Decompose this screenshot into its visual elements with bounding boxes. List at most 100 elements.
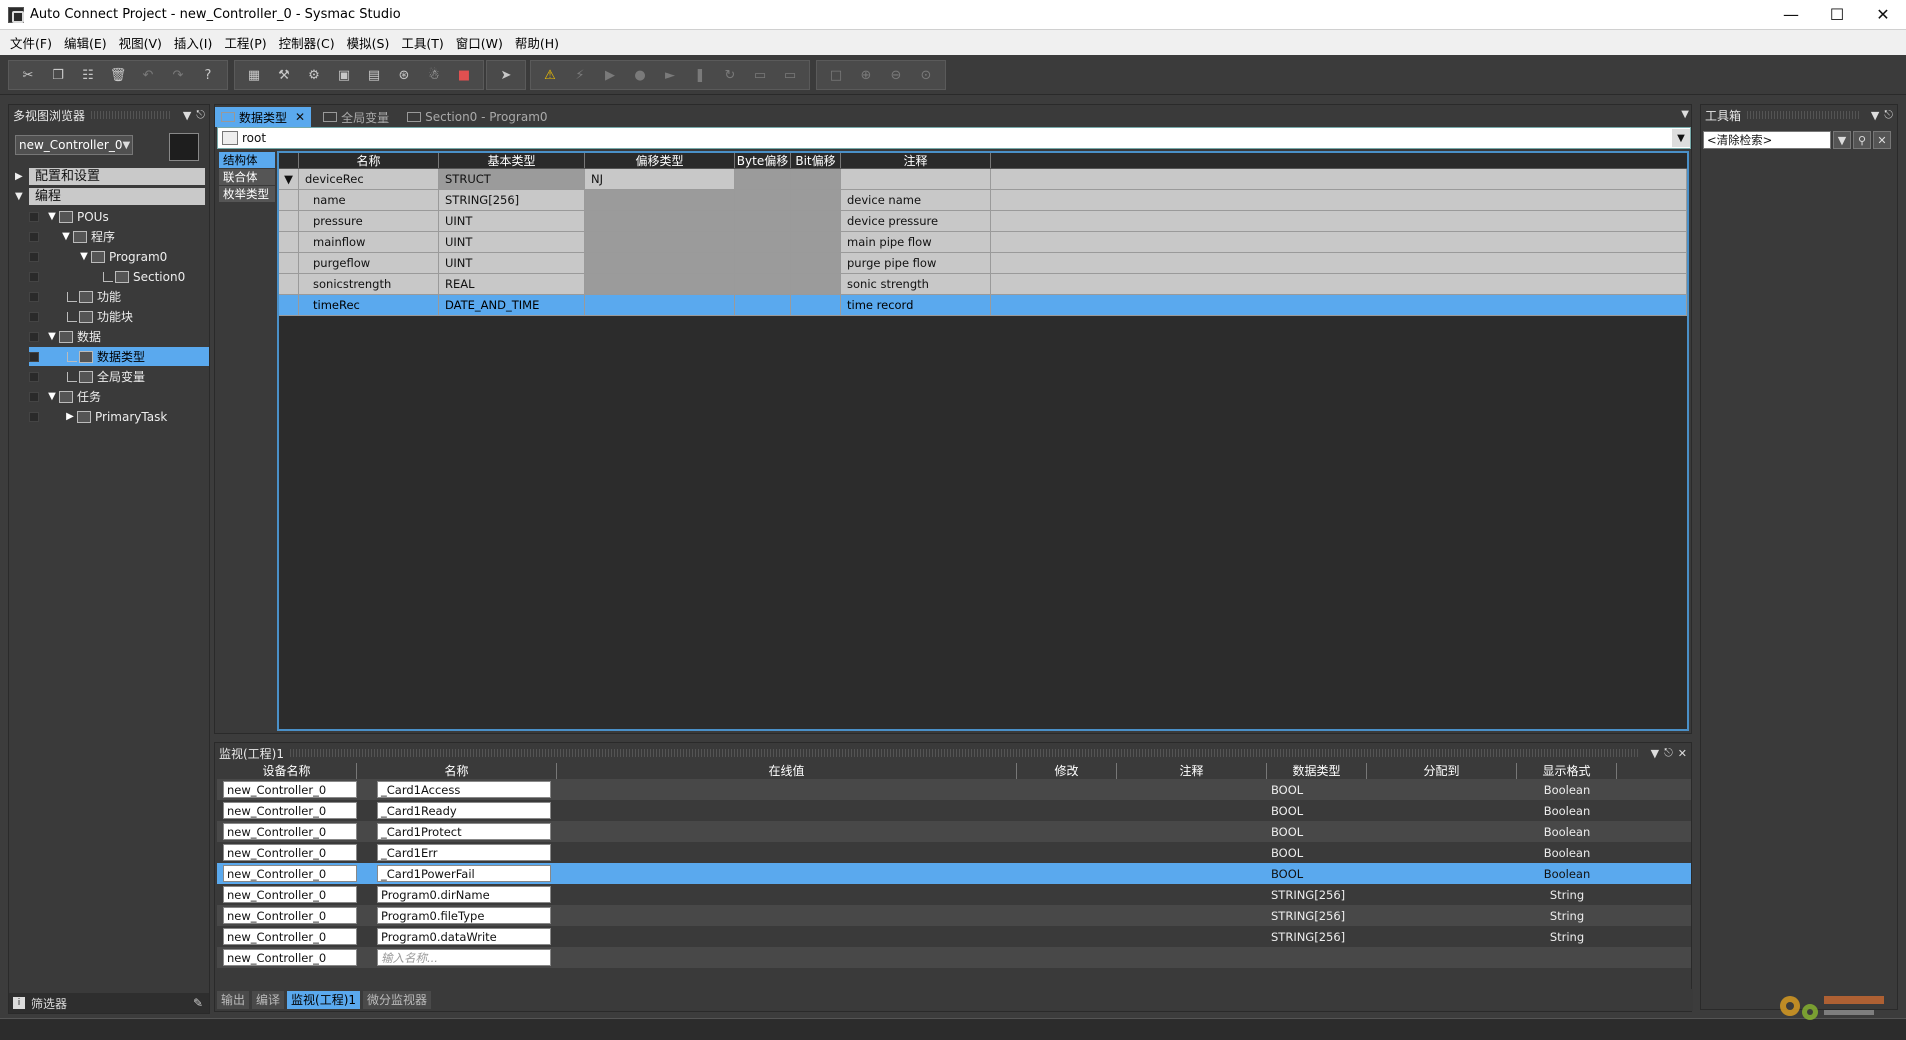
col-name[interactable]: 名称 — [299, 153, 439, 168]
sim-start-icon[interactable]: ▶ — [598, 63, 622, 87]
col-name[interactable]: 名称 — [357, 763, 557, 779]
watch-row-new[interactable]: new_Controller_0 输入名称... — [217, 947, 1691, 968]
menu-simulation[interactable]: 模拟(S) — [341, 33, 396, 52]
col-device[interactable]: 设备名称 — [217, 763, 357, 779]
project-icon[interactable]: ▦ — [242, 63, 266, 87]
chevron-down-icon[interactable]: ▼ — [1672, 129, 1690, 147]
tree-item-functions[interactable]: 功能 — [29, 287, 209, 306]
col-assign[interactable]: 分配到 — [1367, 763, 1517, 779]
kind-enum[interactable]: 枚举类型 — [219, 186, 275, 202]
col-offset-type[interactable]: 偏移类型 — [585, 153, 735, 168]
tree-item-function-blocks[interactable]: 功能块 — [29, 307, 209, 326]
tab-global-vars[interactable]: 全局变量 — [317, 107, 395, 127]
kind-struct[interactable]: 结构体 — [219, 152, 275, 168]
col-bit-offset[interactable]: Bit偏移 — [791, 153, 841, 168]
maximize-button[interactable]: ☐ — [1814, 0, 1860, 30]
warning-icon[interactable]: ⚠ — [538, 63, 562, 87]
copy-icon[interactable]: ❐ — [46, 63, 70, 87]
col-data-type[interactable]: 数据类型 — [1267, 763, 1367, 779]
search-icon[interactable]: ⚲ — [1853, 131, 1871, 149]
delete-icon[interactable]: 🗑 — [106, 63, 130, 87]
tab-build[interactable]: 编译 — [252, 991, 285, 1009]
chevron-down-icon[interactable]: ▼ — [1651, 747, 1659, 760]
tab-watch[interactable]: 监视(工程)1 — [287, 991, 361, 1009]
section-programming[interactable]: ▼ 编程 — [15, 187, 205, 206]
monitor-icon[interactable]: ▣ — [332, 63, 356, 87]
col-modify[interactable]: 修改 — [1017, 763, 1117, 779]
tree-item-primary-task[interactable]: ▶ PrimaryTask — [29, 407, 209, 426]
watch-name-input[interactable]: 输入名称... — [377, 949, 551, 966]
minimize-button[interactable]: — — [1768, 0, 1814, 30]
sim-stop-icon[interactable]: ● — [628, 63, 652, 87]
cut-icon[interactable]: ✂ — [16, 63, 40, 87]
table-row[interactable]: mainflow UINT main pipe flow — [279, 232, 1687, 253]
tree-item-programs[interactable]: ▼ 程序 — [29, 227, 209, 246]
redo-icon[interactable]: ↷ — [166, 63, 190, 87]
tree-item-tasks[interactable]: ▼ 任务 — [29, 387, 209, 406]
table-row-selected[interactable]: timeRec DATE_AND_TIME time record — [279, 295, 1687, 316]
reset-icon[interactable]: ↻ — [718, 63, 742, 87]
menu-view[interactable]: 视图(V) — [113, 33, 168, 52]
help-icon[interactable]: ? — [196, 63, 220, 87]
undo-icon[interactable]: ↶ — [136, 63, 160, 87]
toolbox-search-input[interactable]: <清除检索> — [1703, 131, 1831, 149]
col-comment[interactable]: 注释 — [1117, 763, 1267, 779]
pin-icon[interactable]: ⎋ — [196, 108, 205, 122]
zoom-reset-icon[interactable]: ⊙ — [914, 63, 938, 87]
pin-icon[interactable]: ⎋ — [1664, 746, 1673, 760]
tree-item-global-vars[interactable]: 全局变量 — [29, 367, 209, 386]
network-icon[interactable]: ⊛ — [392, 63, 416, 87]
watch-row[interactable]: new_Controller_0 Program0.fileType STRIN… — [217, 905, 1691, 926]
col-online-value[interactable]: 在线值 — [557, 763, 1017, 779]
tree-item-data-types[interactable]: 数据类型 — [29, 347, 209, 366]
zoom-in-icon[interactable]: ⊕ — [854, 63, 878, 87]
step-icon[interactable]: ► — [658, 63, 682, 87]
watch-row[interactable]: new_Controller_0 _Card1Ready BOOL Boolea… — [217, 800, 1691, 821]
chevron-down-icon[interactable]: ▼ — [1871, 109, 1879, 122]
zoom-out-icon[interactable]: ⊖ — [884, 63, 908, 87]
error-icon[interactable]: ■ — [452, 63, 476, 87]
tab-differential-monitor[interactable]: 微分监视器 — [363, 991, 432, 1009]
tree-item-section0[interactable]: Section0 — [29, 267, 209, 286]
col-comment[interactable]: 注释 — [841, 153, 991, 168]
col-format[interactable]: 显示格式 — [1517, 763, 1617, 779]
chevron-down-icon[interactable]: ▼ — [1833, 131, 1851, 149]
menu-window[interactable]: 窗口(W) — [450, 33, 509, 52]
fit-icon[interactable]: □ — [824, 63, 848, 87]
find-icon[interactable]: ☃ — [422, 63, 446, 87]
chevron-down-icon[interactable]: ▼ — [1681, 109, 1689, 120]
table-row[interactable]: sonicstrength REAL sonic strength — [279, 274, 1687, 295]
menu-insert[interactable]: 插入(I) — [168, 33, 218, 52]
tab-output[interactable]: 输出 — [217, 991, 250, 1009]
table-row[interactable]: ▼ deviceRec STRUCT NJ — [279, 169, 1687, 190]
menu-file[interactable]: 文件(F) — [4, 33, 58, 52]
menu-tools[interactable]: 工具(T) — [395, 33, 449, 52]
close-icon[interactable]: ✕ — [295, 110, 305, 124]
tab-section0[interactable]: Section0 - Program0 — [401, 107, 553, 127]
watch-row[interactable]: new_Controller_0 Program0.dataWrite STRI… — [217, 926, 1691, 947]
watch-row[interactable]: new_Controller_0 _Card1Err BOOL Boolean — [217, 842, 1691, 863]
tree-item-pous[interactable]: ▼ POUs — [29, 207, 209, 226]
online-icon[interactable]: ➤ — [494, 63, 518, 87]
menu-edit[interactable]: 编辑(E) — [58, 33, 113, 52]
kind-union[interactable]: 联合体 — [219, 169, 275, 185]
chevron-down-icon[interactable]: ▼ — [122, 140, 130, 151]
menu-project[interactable]: 工程(P) — [218, 33, 272, 52]
close-icon[interactable]: ✕ — [1678, 747, 1687, 760]
pin-icon[interactable]: ⎋ — [1884, 108, 1893, 122]
tree-item-program0[interactable]: ▼ Program0 — [29, 247, 209, 266]
table-row[interactable]: pressure UINT device pressure — [279, 211, 1687, 232]
filter-edit-icon[interactable]: ✎ — [193, 996, 203, 1010]
layer2-icon[interactable]: ▭ — [778, 63, 802, 87]
expand-arrow-icon[interactable]: ▶ — [15, 171, 29, 182]
table-row[interactable]: purgeflow UINT purge pipe flow — [279, 253, 1687, 274]
paste-icon[interactable]: ☷ — [76, 63, 100, 87]
chevron-down-icon[interactable]: ▼ — [183, 109, 191, 122]
tree-item-data[interactable]: ▼ 数据 — [29, 327, 209, 346]
filter-bar[interactable]: i 筛选器 ✎ — [9, 993, 209, 1013]
watch-row[interactable]: new_Controller_0 _Card1Access BOOL Boole… — [217, 779, 1691, 800]
layer-icon[interactable]: ▭ — [748, 63, 772, 87]
watch-row-selected[interactable]: new_Controller_0 _Card1PowerFail BOOL Bo… — [217, 863, 1691, 884]
disconnect-icon[interactable]: ⚡ — [568, 63, 592, 87]
collapse-arrow-icon[interactable]: ▼ — [15, 191, 29, 202]
